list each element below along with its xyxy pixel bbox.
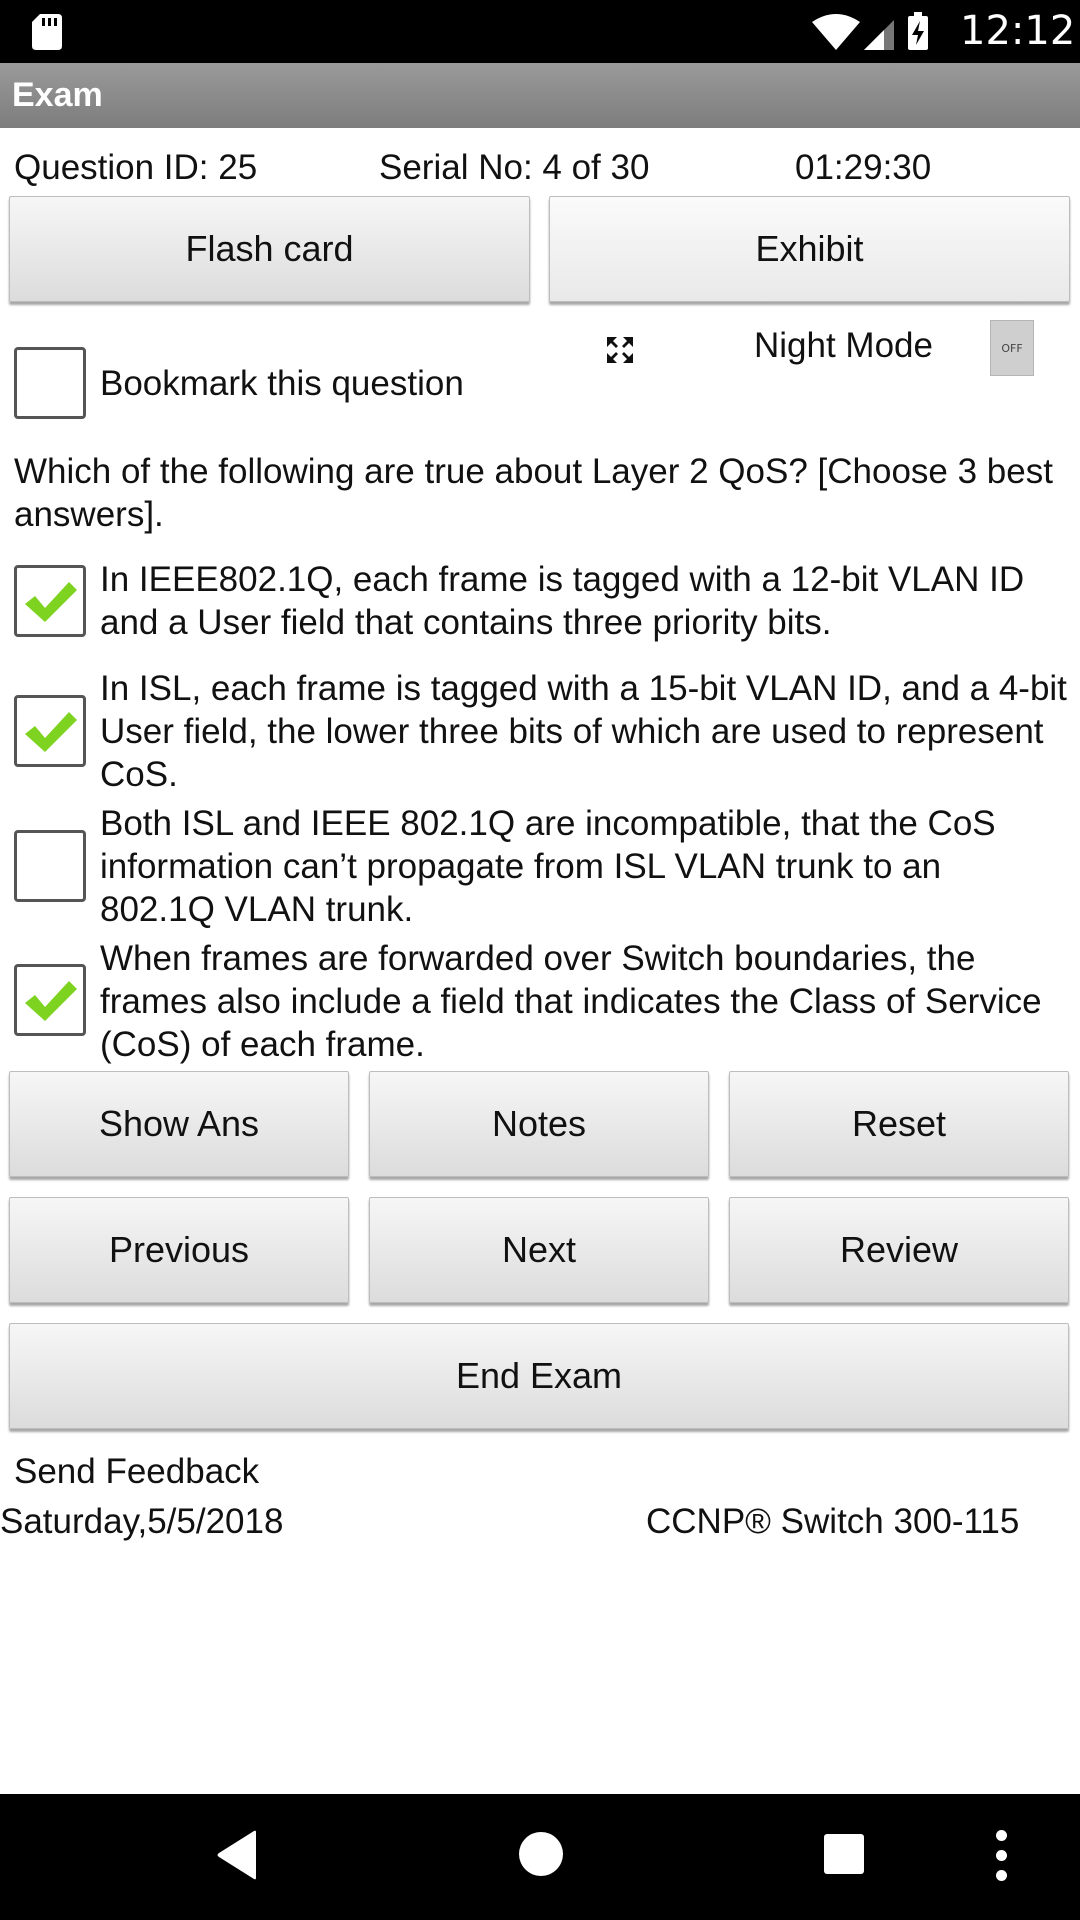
option-3-text: Both ISL and IEEE 802.1Q are incompatibl…	[100, 804, 996, 929]
option-4-text: When frames are forwarded over Switch bo…	[100, 939, 1042, 1064]
send-feedback-link[interactable]: Send Feedback	[14, 1452, 259, 1492]
option-2-checkbox[interactable]	[14, 695, 86, 767]
recents-icon[interactable]	[824, 1834, 864, 1874]
review-button[interactable]: Review	[729, 1197, 1069, 1303]
bookmark-checkbox[interactable]	[14, 347, 86, 419]
overflow-menu-icon[interactable]	[994, 1830, 1008, 1882]
question-text: Which of the following are true about La…	[14, 452, 1053, 534]
navigation-bar	[0, 1794, 1080, 1920]
status-time: 12:12	[960, 8, 1076, 54]
night-mode-toggle[interactable]: OFF	[990, 320, 1034, 376]
back-icon[interactable]	[216, 1830, 258, 1880]
exam-timer: 01:29:30	[795, 148, 932, 187]
check-icon	[25, 582, 77, 622]
option-2-text: In ISL, each frame is tagged with a 15-b…	[100, 669, 1067, 794]
flash-card-button[interactable]: Flash card	[9, 196, 530, 302]
option-1-text: In IEEE802.1Q, each frame is tagged with…	[100, 560, 1025, 642]
end-exam-button[interactable]: End Exam	[9, 1323, 1069, 1429]
question-id: Question ID: 25	[14, 148, 258, 187]
exam-name: CCNP® Switch 300-115	[646, 1502, 1020, 1541]
reset-button[interactable]: Reset	[729, 1071, 1069, 1177]
serial-number: Serial No: 4 of 30	[379, 148, 650, 187]
home-icon[interactable]	[519, 1832, 563, 1876]
check-icon	[25, 981, 77, 1021]
previous-button[interactable]: Previous	[9, 1197, 349, 1303]
app-bar: Exam	[0, 63, 1080, 128]
next-button[interactable]: Next	[369, 1197, 709, 1303]
fullscreen-expand-icon[interactable]	[605, 335, 635, 365]
exhibit-button[interactable]: Exhibit	[549, 196, 1070, 302]
option-1-checkbox[interactable]	[14, 565, 86, 637]
bookmark-label: Bookmark this question	[100, 364, 464, 403]
option-4-checkbox[interactable]	[14, 964, 86, 1036]
notes-button[interactable]: Notes	[369, 1071, 709, 1177]
option-3-checkbox[interactable]	[14, 830, 86, 902]
check-icon	[25, 712, 77, 752]
night-mode-label: Night Mode	[754, 326, 933, 365]
sd-card-icon	[32, 14, 62, 50]
wifi-signal-battery-icons	[812, 12, 928, 50]
current-date: Saturday,5/5/2018	[0, 1502, 284, 1541]
show-answer-button[interactable]: Show Ans	[9, 1071, 349, 1177]
status-bar: 12:12	[0, 0, 1080, 63]
app-title: Exam	[12, 76, 103, 114]
